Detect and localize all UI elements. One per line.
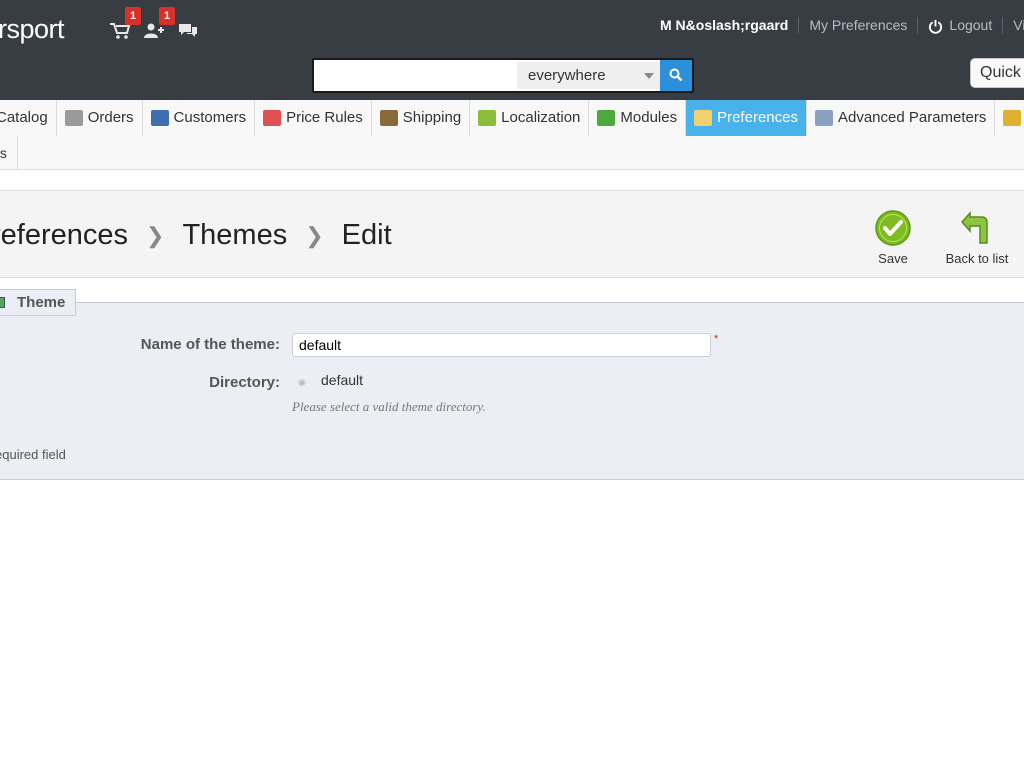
employee-name[interactable]: M N&oslash;rgaard bbox=[660, 17, 788, 33]
save-button[interactable]: Save bbox=[870, 209, 916, 266]
truck-icon bbox=[379, 110, 398, 126]
customers-badge: 1 bbox=[159, 7, 175, 25]
page-toolbar: references ❯ Themes ❯ Edit Save Back to … bbox=[0, 190, 1024, 278]
breadcrumb-edit: Edit bbox=[341, 219, 392, 251]
menu-item-label: Orders bbox=[87, 109, 134, 126]
customers-notification[interactable]: 1 bbox=[143, 7, 175, 44]
search-scope-select[interactable]: everywhere bbox=[517, 62, 660, 89]
menu-item-label: ts bbox=[0, 145, 7, 161]
save-label: Save bbox=[878, 251, 908, 266]
nav-divider bbox=[917, 17, 919, 34]
key-icon bbox=[1003, 110, 1022, 126]
menu-item-shipping[interactable]: Shipping bbox=[372, 100, 471, 136]
menu-item-label: Advanced Parameters bbox=[837, 109, 987, 126]
menu-item-orders[interactable]: Orders bbox=[57, 100, 143, 136]
menu-item-label: Preferences bbox=[717, 109, 798, 126]
orders-notification[interactable]: 1 bbox=[109, 7, 141, 44]
menu-item-preferences[interactable]: Preferences bbox=[686, 100, 807, 136]
checkmark-circle-icon bbox=[875, 210, 911, 246]
nav-divider bbox=[1002, 17, 1004, 34]
customer-icon bbox=[150, 110, 169, 126]
required-field-note: equired field bbox=[0, 447, 66, 462]
breadcrumb-preferences[interactable]: references bbox=[0, 219, 128, 252]
view-shop-link[interactable]: Vi bbox=[1013, 17, 1024, 33]
menu-item-label: Customers bbox=[173, 109, 247, 126]
chevron-down-icon bbox=[644, 73, 654, 79]
menu-item-ad[interactable]: Ad bbox=[995, 100, 1024, 136]
theme-name-label: Name of the theme: bbox=[140, 336, 280, 353]
menu-item-label: Shipping bbox=[402, 109, 462, 126]
back-to-list-label: Back to list bbox=[945, 251, 1009, 266]
directory-hint: Please select a valid theme directory. bbox=[292, 399, 486, 414]
breadcrumb: references ❯ Themes ❯ Edit bbox=[0, 219, 392, 252]
menu-item-advanced-parameters[interactable]: Advanced Parameters bbox=[807, 100, 996, 136]
back-arrow-icon bbox=[960, 211, 988, 244]
search-input[interactable] bbox=[316, 62, 516, 89]
search-button[interactable] bbox=[660, 60, 692, 91]
main-menu: Catalog Orders Customers Price Rules Shippin… bbox=[0, 100, 1024, 170]
breadcrumb-themes[interactable]: Themes bbox=[182, 219, 287, 252]
my-preferences-link[interactable]: My Preferences bbox=[809, 17, 907, 33]
cart-icon bbox=[64, 110, 83, 126]
menu-item-localization[interactable]: Localization bbox=[470, 100, 590, 136]
chevron-right-icon: ❯ bbox=[305, 222, 324, 248]
required-marker: * bbox=[714, 333, 719, 345]
menu-item-label: Localization bbox=[501, 109, 581, 126]
directory-option-label[interactable]: default bbox=[321, 372, 363, 388]
back-to-list-button[interactable]: Back to list bbox=[940, 209, 1014, 266]
fieldset-legend: Theme bbox=[0, 289, 77, 316]
search-icon bbox=[669, 68, 683, 82]
chevron-right-icon: ❯ bbox=[146, 222, 165, 248]
menu-item-modules[interactable]: Modules bbox=[589, 100, 687, 136]
quick-access-button[interactable]: Quick bbox=[970, 58, 1024, 88]
chat-bubbles-icon bbox=[179, 24, 197, 37]
main-menu-row: Catalog Orders Customers Price Rules Shippin… bbox=[0, 100, 1024, 136]
price-rules-icon bbox=[263, 110, 282, 126]
menu-item-customers[interactable]: Customers bbox=[143, 100, 256, 136]
puzzle-icon bbox=[597, 110, 616, 126]
menu-item-stats[interactable]: ts bbox=[0, 136, 18, 170]
preferences-icon bbox=[694, 110, 713, 126]
theme-name-input[interactable] bbox=[292, 333, 711, 357]
menu-item-price-rules[interactable]: Price Rules bbox=[255, 100, 372, 136]
employee-nav: M N&oslash;rgaard My Preferences Logout … bbox=[660, 17, 1024, 34]
menu-item-label: Modules bbox=[620, 109, 678, 126]
orders-badge: 1 bbox=[125, 7, 141, 25]
menu-item-label: Price Rules bbox=[286, 109, 363, 126]
wrench-icon bbox=[814, 110, 833, 126]
theme-icon bbox=[0, 297, 5, 308]
globe-icon bbox=[478, 110, 497, 126]
nav-divider bbox=[798, 17, 800, 34]
top-header: rsport 1 1 M N&oslash;rgaard My Preferen… bbox=[0, 0, 1024, 100]
theme-form-fieldset bbox=[0, 302, 1024, 480]
power-icon bbox=[929, 19, 943, 34]
logout-link[interactable]: Logout bbox=[928, 17, 992, 34]
directory-label: Directory: bbox=[209, 374, 280, 391]
menu-item-label: Catalog bbox=[0, 109, 48, 126]
search-form: everywhere bbox=[312, 58, 694, 93]
shop-name[interactable]: rsport bbox=[0, 14, 65, 45]
directory-radio[interactable] bbox=[297, 376, 307, 386]
search-scope-value: everywhere bbox=[528, 67, 606, 84]
menu-item-catalog[interactable]: Catalog bbox=[0, 100, 57, 136]
messages-notification[interactable] bbox=[177, 18, 203, 44]
legend-label: Theme bbox=[17, 294, 66, 311]
logout-label: Logout bbox=[949, 17, 993, 33]
